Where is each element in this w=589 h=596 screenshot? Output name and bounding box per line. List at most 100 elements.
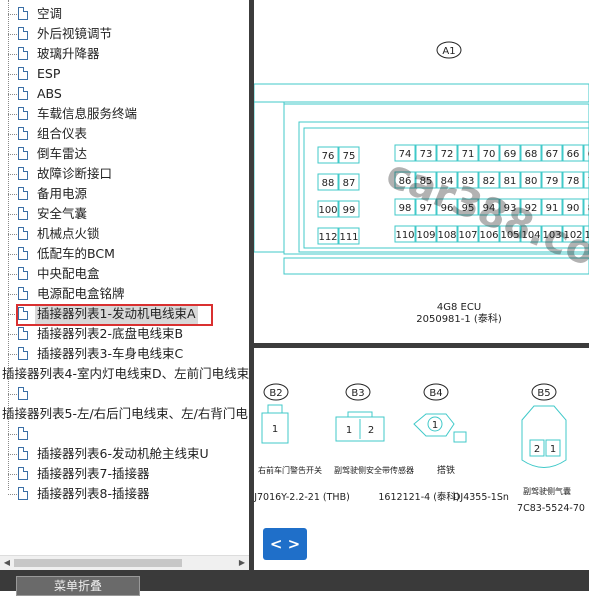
tree-item-label: 低配车的BCM [37,246,115,261]
tree-item-label: 外后视镜调节 [37,26,113,41]
ecu-pin-number: 73 [420,149,433,160]
tree-pane: 空调外后视镜调节 玻璃升降器 ESP ABS 车载信息服务终端组合仪表倒车雷达故障诊断接… [0,0,249,555]
tree-item[interactable]: 插接器列表8-插接器 [0,484,249,504]
ecu-pin-number: 88 [322,178,335,189]
tree-item[interactable]: 空调 [0,4,249,24]
document-icon [18,127,28,140]
tree-branch-line [8,174,17,175]
tree-item-label: 倒车雷达 [37,146,88,161]
b5-pin-2: 1 [550,444,556,455]
tree-item-label: 插接器列表4-室内灯电线束D、左前门电线束 [2,366,249,381]
document-icon [18,147,28,160]
tree-item[interactable]: 插接器列表4-室内灯电线束D、左前门电线束 [0,364,249,384]
tree-item-label: 插接器列表7-插接器 [37,466,150,481]
tree-branch-line [8,74,17,75]
tree-branch-line [8,454,17,455]
ecu-pin-number: 69 [504,149,517,160]
tree-item[interactable]: 插接器列表7-插接器 [0,464,249,484]
ecu-pin-number: 112 [318,232,337,243]
document-icon [18,27,28,40]
tree-item[interactable]: ESP [0,64,249,84]
connector-b3: B3 1 2 副驾驶侧安全带传感器 1612121-4 (泰科) [334,383,460,503]
b3-pin-1: 1 [346,425,352,436]
document-icon [18,167,28,180]
tree-branch-line [8,234,17,235]
document-icon [18,187,28,200]
tree-item-label: 故障诊断接口 [37,166,113,181]
ecu-pin-number: 76 [322,151,335,162]
tree-item-label: ABS [37,86,62,101]
tree-item[interactable]: 故障诊断接口 [0,164,249,184]
tree-item[interactable]: 插接器列表3-车身电线束C [0,344,249,364]
tree-item[interactable]: 低配车的BCM [0,244,249,264]
ecu-pin-number: 68 [525,149,538,160]
scroll-left-icon[interactable]: ◀ [2,558,12,568]
tree-item[interactable]: 安全气囊 [0,204,249,224]
ecu-pin-number: 107 [458,230,477,241]
tree-item-label: 插接器列表2-底盘电线束B [37,326,184,341]
document-icon [18,287,28,300]
ecu-pin-number: 70 [483,149,496,160]
tree-item-label: ESP [37,66,61,81]
ecu-pin-number: 78 [567,176,580,187]
tree-branch-line [8,134,17,135]
document-icon [18,47,28,60]
tree-item[interactable]: 车载信息服务终端 [0,104,249,124]
ecu-pin-number: 99 [343,205,356,216]
b2-name: 右前车门警告开关 [258,465,322,475]
tree-branch-line [8,434,17,435]
document-icon [18,487,28,500]
document-icon [18,427,28,440]
ecu-pin-number: 81 [504,176,517,187]
document-icon [18,347,28,360]
document-icon [18,227,28,240]
document-icon [18,67,28,80]
tree-horizontal-scrollbar[interactable]: ◀ ▶ [0,555,249,570]
tree-item[interactable]: 组合仪表 [0,124,249,144]
page-nav-button[interactable]: < > [263,528,307,560]
viewer-divider [254,343,589,348]
document-icon [18,247,28,260]
tree-item-label: 玻璃升降器 [37,46,100,61]
tree-item[interactable]: 备用电源 [0,184,249,204]
ecu-pin-number: 66 [567,149,580,160]
ecu-pin-number: 110 [395,230,414,241]
tree-item[interactable]: 插接器列表5-左/右后门电线束、左/右背门电 [0,404,249,424]
tree-item[interactable]: ABS [0,84,249,104]
b3-tag: B3 [351,388,364,399]
tree-item[interactable]: 玻璃升降器 [0,44,249,64]
tree-item-label: 车载信息服务终端 [37,106,138,121]
b5-name: 副驾驶侧气囊 [523,486,571,496]
ecu-pin-number: 90 [567,203,580,214]
b5-tag: B5 [537,388,550,399]
tree-item[interactable]: 插接器列表2-底盘电线束B [0,324,249,344]
connector-b4: B4 1 搭铁 DJ4355-1Sn [413,383,509,503]
tree-item[interactable]: 中央配电盒 [0,264,249,284]
document-icon [18,107,28,120]
tree-branch-line [8,214,17,215]
bottom-bar: 菜单折叠 [0,570,589,596]
tree-item-label: 安全气囊 [37,206,88,221]
document-icon [18,7,28,20]
ecu-pin-number: 108 [437,230,456,241]
menu-collapse-button[interactable]: 菜单折叠 [16,576,140,596]
tree-item-label: 空调 [37,6,63,21]
b2-tag: B2 [269,388,282,399]
scroll-thumb[interactable] [14,559,182,567]
ecu-pin-number: 109 [416,230,435,241]
tree-item[interactable]: 电源配电盒铭牌 [0,284,249,304]
ecu-pin-number: 71 [462,149,475,160]
tree-branch-line [8,354,17,355]
tree-item-label: 电源配电盒铭牌 [37,286,125,301]
document-icon [18,327,28,340]
b3-pin-2: 2 [368,425,374,436]
tree-branch-line [8,154,17,155]
tree-item[interactable]: 外后视镜调节 [0,24,249,44]
tree-item[interactable]: 机械点火锁 [0,224,249,244]
scroll-right-icon[interactable]: ▶ [237,558,247,568]
document-icon [18,467,28,480]
selection-highlight-box [16,304,213,326]
tree-item[interactable]: 倒车雷达 [0,144,249,164]
tree-item[interactable]: 插接器列表6-发动机舱主线束U [0,444,249,464]
ecu-left-pin-block: 76 75 88 87 100 99 112 111 [317,146,360,245]
